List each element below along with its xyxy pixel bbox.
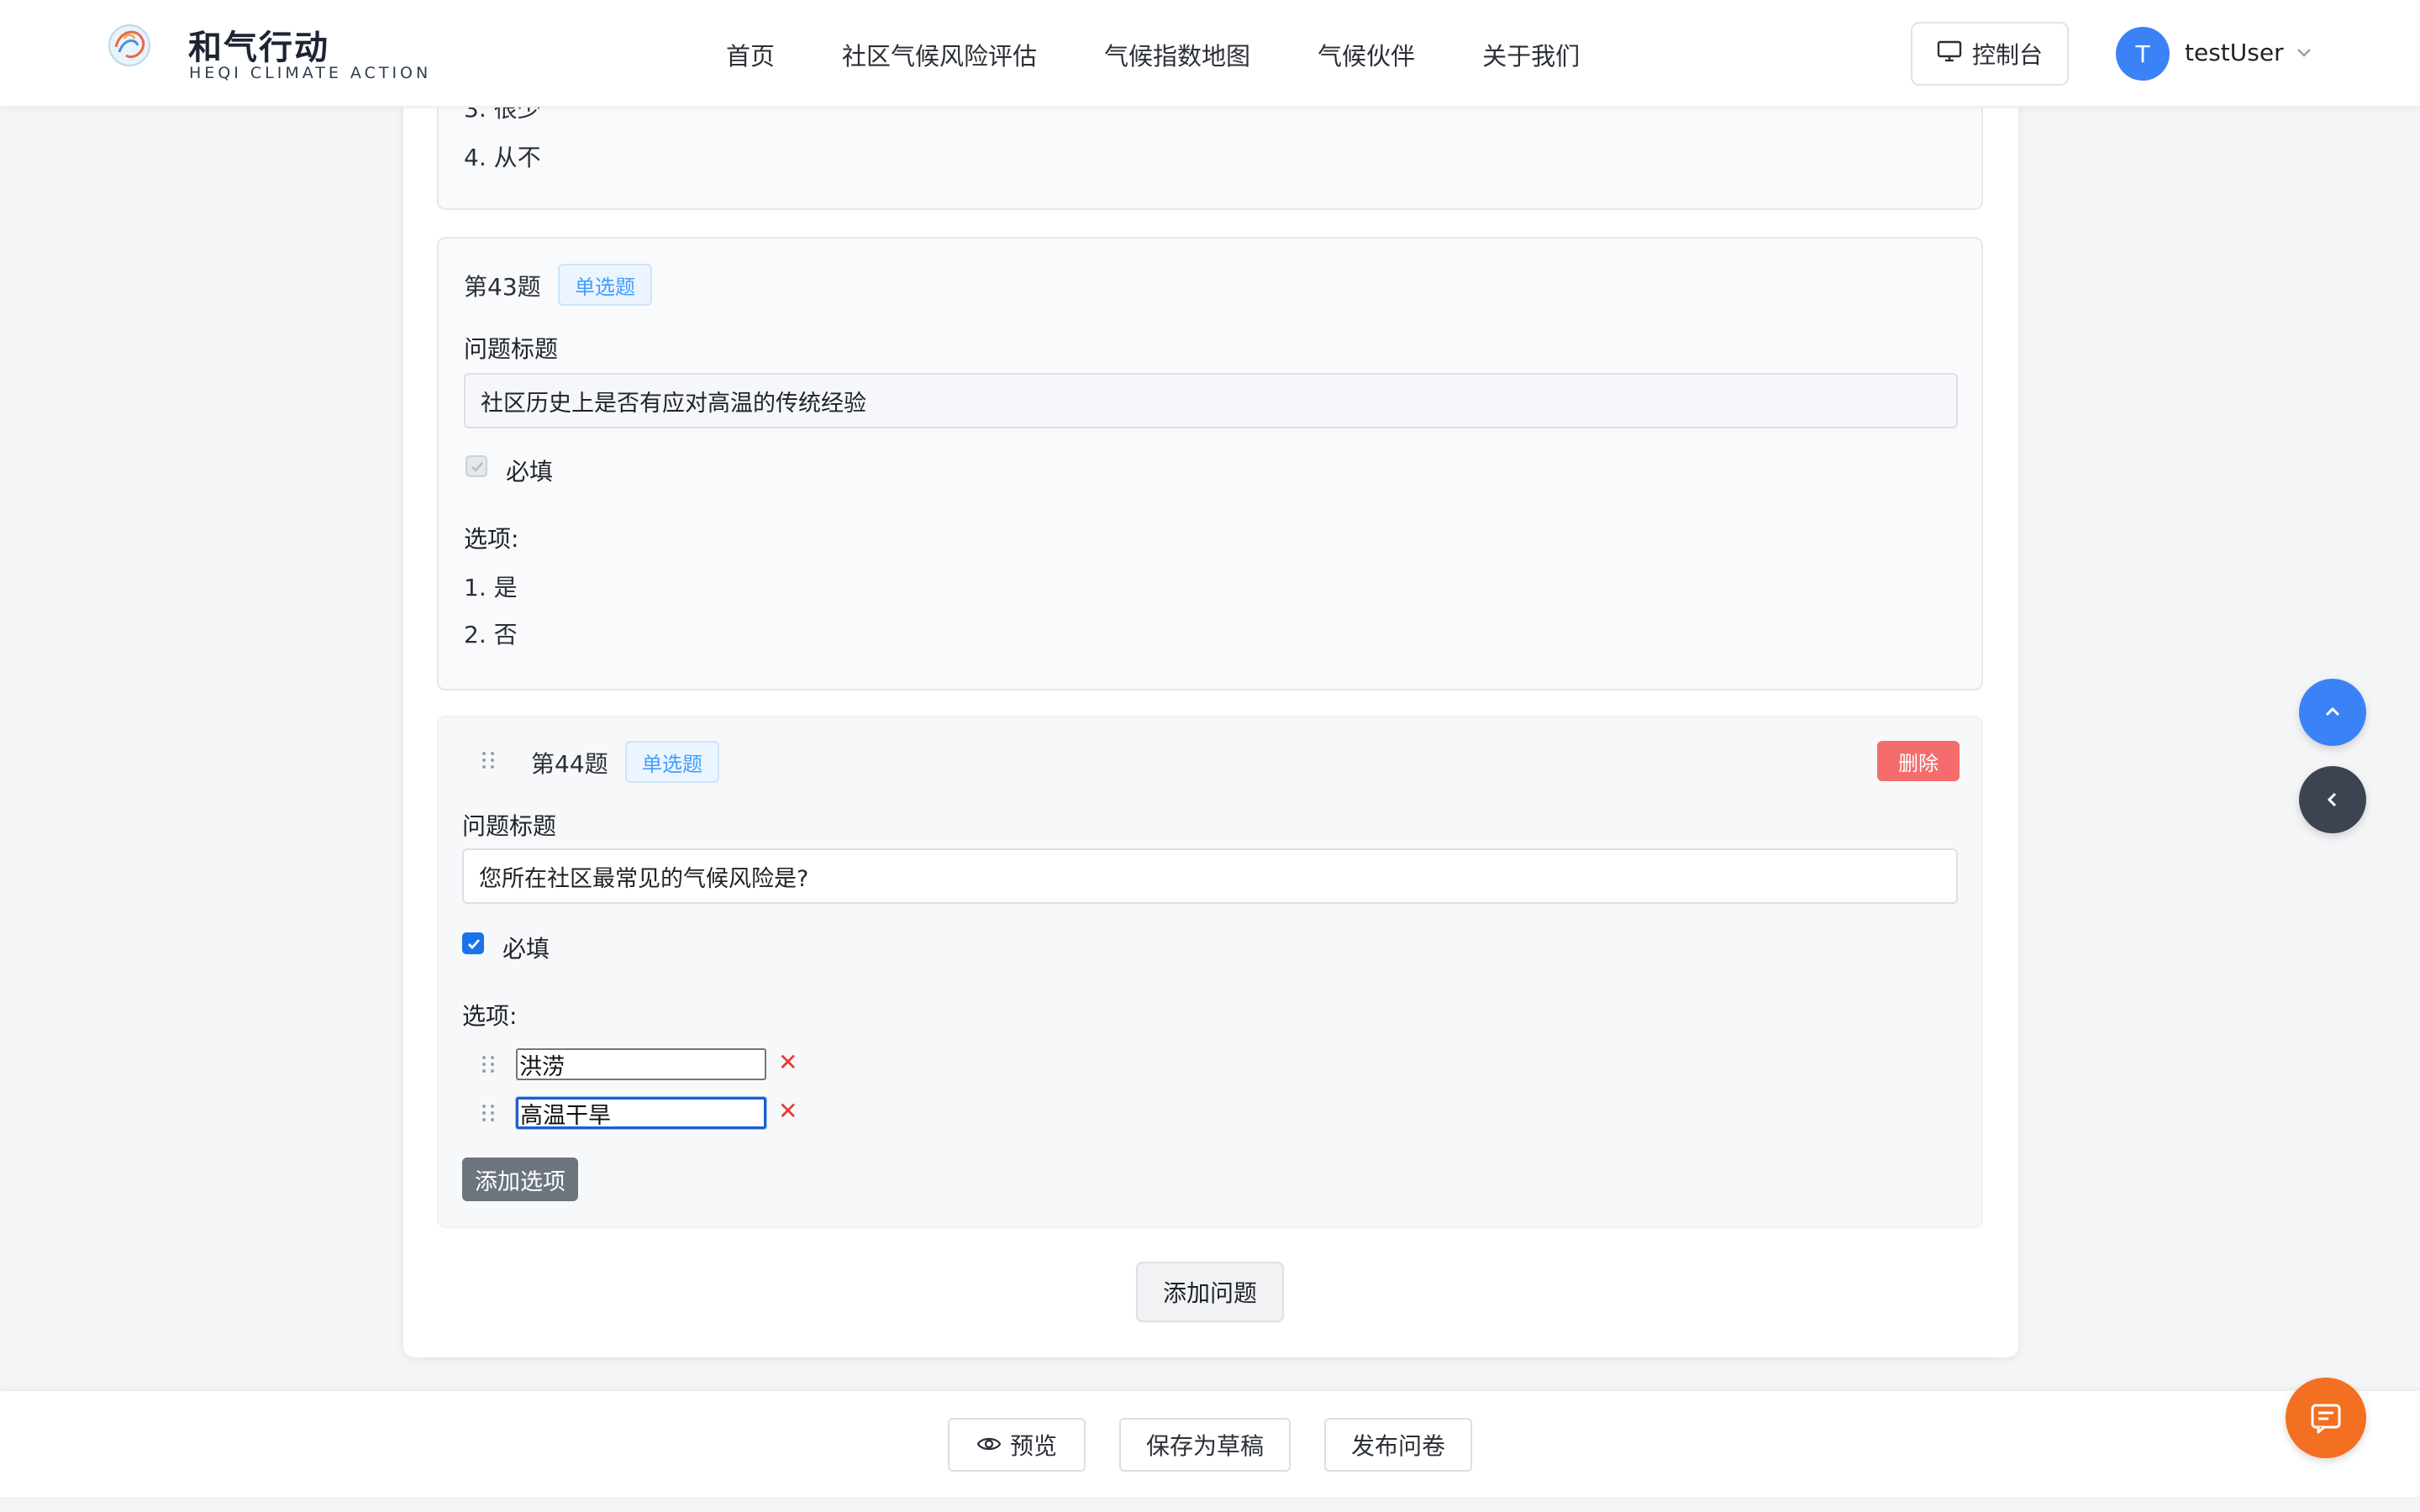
question-title-input[interactable]: 您所在社区最常见的气候风险是? [462, 848, 1958, 904]
option-input[interactable]: 洪涝 [516, 1048, 766, 1080]
logo-icon [108, 24, 150, 66]
question-card-44 [437, 716, 1983, 1228]
nav-about[interactable]: 关于我们 [1482, 37, 1580, 72]
remove-option-icon[interactable]: ✕ [778, 1097, 797, 1125]
option-last: 4. 从不 [464, 144, 541, 171]
option-input[interactable]: 高温干旱 [516, 1097, 766, 1129]
required-label: 必填 [502, 935, 550, 963]
delete-question-button[interactable]: 删除 [1877, 741, 1960, 781]
eye-icon [976, 1431, 1002, 1459]
option-item: 1. 是 [464, 574, 518, 601]
nav-climate-map[interactable]: 气候指数地图 [1104, 37, 1250, 72]
nav-partners[interactable]: 气候伙伴 [1318, 37, 1415, 72]
brand-title: 和气行动 [188, 29, 329, 67]
title-label: 问题标题 [464, 335, 559, 363]
question-number: 第43题 [464, 273, 541, 301]
required-checkbox[interactable] [462, 932, 484, 954]
main-nav: 首页 社区气候风险评估 气候指数地图 气候伙伴 关于我们 [726, 37, 1647, 72]
nav-risk-assessment[interactable]: 社区气候风险评估 [842, 37, 1037, 72]
options-label: 选项: [464, 525, 519, 553]
console-label: 控制台 [1971, 41, 2043, 69]
back-button[interactable] [2299, 766, 2366, 833]
nav-home[interactable]: 首页 [726, 37, 775, 72]
scroll-to-top-button[interactable] [2299, 679, 2366, 746]
username[interactable]: testUser [2185, 39, 2284, 66]
brand-subtitle: HEQI CLIMATE ACTION [189, 64, 432, 82]
add-question-button[interactable]: 添加问题 [1136, 1262, 1284, 1322]
required-checkbox[interactable] [466, 455, 487, 477]
monitor-icon [1937, 39, 1962, 69]
chat-button[interactable] [2286, 1378, 2366, 1458]
question-card-43: 第43题 单选题 问题标题 社区历史上是否有应对高温的传统经验 必填 选项: 1… [437, 237, 1983, 690]
required-label: 必填 [506, 458, 554, 486]
avatar[interactable]: T [2116, 27, 2170, 81]
chevron-up-icon [2325, 706, 2340, 717]
drag-handle-icon[interactable] [479, 749, 497, 771]
bottom-action-bar: 预览 保存为草稿 发布问卷 [0, 1391, 2420, 1497]
chat-icon [2311, 1404, 2341, 1434]
preview-button[interactable]: 预览 [948, 1418, 1086, 1472]
preview-label: 预览 [1009, 1432, 1057, 1460]
publish-button[interactable]: 发布问卷 [1324, 1418, 1472, 1472]
add-option-button[interactable]: 添加选项 [462, 1158, 578, 1201]
question-type-badge: 单选题 [625, 741, 719, 783]
drag-handle-icon[interactable] [479, 1102, 497, 1124]
top-header: 和气行动 HEQI CLIMATE ACTION 首页 社区气候风险评估 气候指… [0, 0, 2420, 108]
console-button[interactable]: 控制台 [1911, 22, 2069, 86]
save-draft-button[interactable]: 保存为草稿 [1119, 1418, 1291, 1472]
question-title-input[interactable]: 社区历史上是否有应对高温的传统经验 [464, 373, 1958, 428]
options-label: 选项: [462, 1002, 518, 1030]
remove-option-icon[interactable]: ✕ [778, 1048, 797, 1076]
question-number: 第44题 [531, 750, 608, 778]
title-label: 问题标题 [462, 812, 557, 840]
drag-handle-icon[interactable] [479, 1053, 497, 1075]
chevron-left-icon [2327, 792, 2337, 807]
chevron-down-icon[interactable] [2294, 42, 2314, 62]
option-item: 2. 否 [464, 621, 518, 648]
logo[interactable] [101, 22, 158, 84]
question-type-badge: 单选题 [558, 264, 652, 306]
